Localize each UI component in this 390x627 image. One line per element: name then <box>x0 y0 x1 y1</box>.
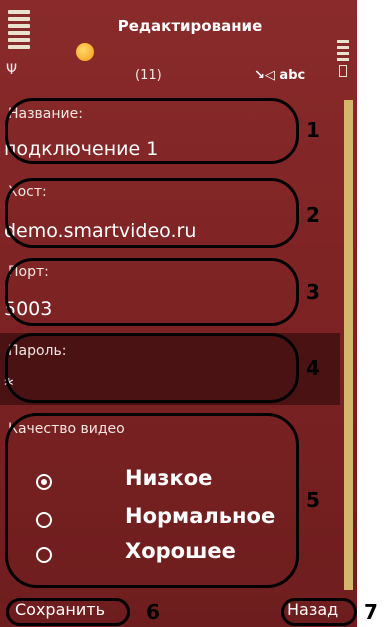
antenna-icon: Ψ <box>6 62 18 78</box>
input-mode-indicator: ↘◁ abc <box>254 68 305 83</box>
signal-icon <box>8 10 30 60</box>
annotation-number-3: 3 <box>306 280 320 304</box>
annotation-number-2: 2 <box>306 203 320 227</box>
annotation-oval-6 <box>6 598 130 626</box>
annotation-number-6: 6 <box>146 600 160 624</box>
input-mode-label: abc <box>279 68 306 83</box>
page-title: Редактирование <box>117 17 263 35</box>
annotation-oval-5 <box>5 413 299 588</box>
status-bar: Ψ Редактирование (11) ↘◁ abc <box>0 0 357 95</box>
annotation-number-4: 4 <box>306 356 320 380</box>
annotation-oval-4 <box>5 333 299 403</box>
annotation-number-1: 1 <box>306 118 320 142</box>
annotation-oval-1 <box>5 98 299 164</box>
annotation-number-7: 7 <box>364 600 378 624</box>
annotation-oval-7 <box>281 598 357 626</box>
char-counter: (11) <box>135 68 162 83</box>
app-icon <box>76 43 94 61</box>
scrollbar[interactable] <box>344 100 353 590</box>
battery-icon <box>337 40 349 80</box>
annotation-number-5: 5 <box>306 488 320 512</box>
pen-icon: ↘◁ <box>254 68 275 83</box>
annotation-oval-2 <box>5 178 299 248</box>
annotation-oval-3 <box>5 258 299 326</box>
